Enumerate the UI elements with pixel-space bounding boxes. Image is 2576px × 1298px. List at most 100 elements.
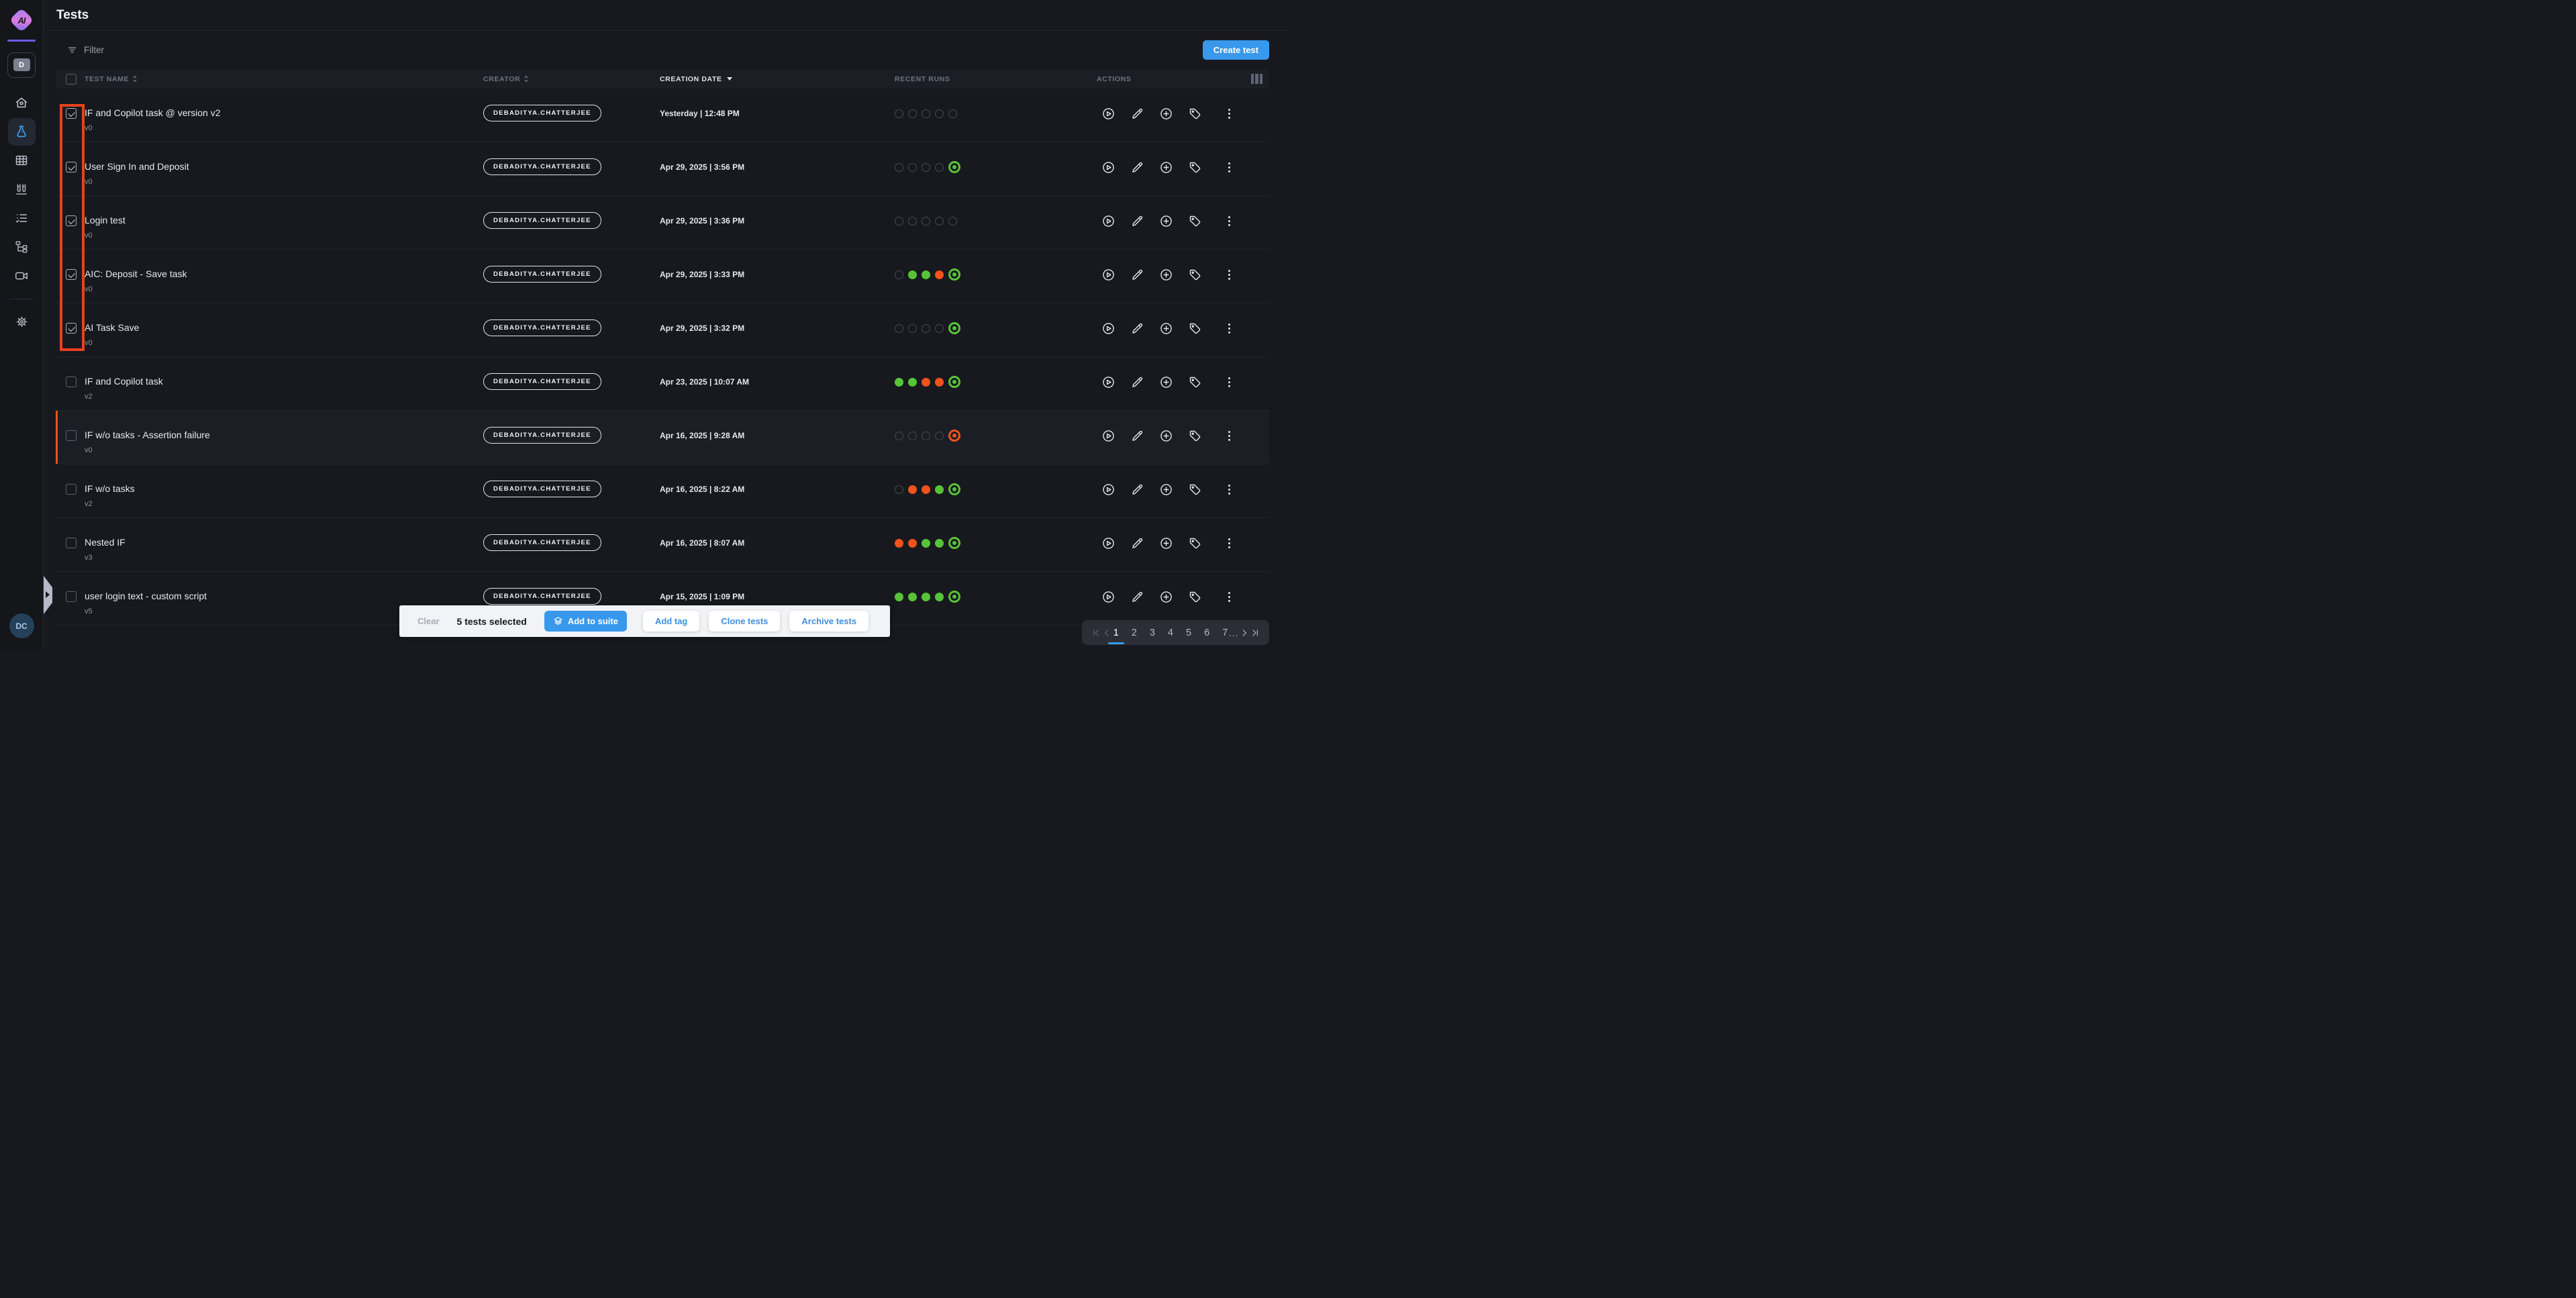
page-number-2[interactable]: 2 (1131, 628, 1138, 638)
more-actions-icon[interactable] (1222, 214, 1236, 250)
edit-test-icon[interactable] (1130, 214, 1144, 250)
sidebar-item-workflows[interactable] (8, 234, 36, 261)
test-name[interactable]: AIC: Deposit - Save task (85, 268, 483, 280)
page-number-6[interactable]: 6 (1203, 628, 1210, 638)
page-number-5[interactable]: 5 (1185, 628, 1192, 638)
run-dot-empty (922, 432, 930, 440)
user-avatar[interactable]: DC (9, 613, 34, 638)
run-test-icon[interactable] (1101, 107, 1116, 142)
edit-test-icon[interactable] (1130, 483, 1144, 518)
sidebar-item-test-tubes[interactable] (8, 176, 36, 203)
column-settings-icon[interactable] (1251, 74, 1263, 84)
row-checkbox[interactable] (66, 215, 77, 226)
add-to-suite-icon[interactable] (1159, 107, 1173, 142)
add-to-suite-icon[interactable] (1159, 214, 1173, 250)
more-actions-icon[interactable] (1222, 107, 1236, 142)
test-name[interactable]: user login text - custom script (85, 591, 483, 602)
filter-button[interactable]: Filter (66, 44, 104, 56)
run-test-icon[interactable] (1101, 160, 1116, 196)
run-test-icon[interactable] (1101, 214, 1116, 250)
more-actions-icon[interactable] (1222, 160, 1236, 196)
add-to-suite-icon[interactable] (1159, 321, 1173, 357)
test-name[interactable]: AI Task Save (85, 322, 483, 334)
more-actions-icon[interactable] (1222, 483, 1236, 518)
archive-tests-button[interactable]: Archive tests (789, 611, 869, 632)
row-checkbox[interactable] (66, 591, 77, 602)
edit-test-icon[interactable] (1130, 160, 1144, 196)
test-name[interactable]: IF w/o tasks - Assertion failure (85, 430, 483, 441)
edit-test-icon[interactable] (1130, 321, 1144, 357)
previous-page-button[interactable] (1101, 628, 1112, 638)
row-checkbox[interactable] (66, 323, 77, 334)
column-header-test-name[interactable]: TEST NAME (85, 75, 483, 83)
add-to-suite-icon[interactable] (1159, 268, 1173, 303)
more-actions-icon[interactable] (1222, 429, 1236, 464)
tag-icon[interactable] (1188, 375, 1202, 411)
page-number-4[interactable]: 4 (1167, 628, 1174, 638)
test-name[interactable]: IF and Copilot task @ version v2 (85, 107, 483, 119)
more-actions-icon[interactable] (1222, 268, 1236, 303)
test-name[interactable]: Nested IF (85, 537, 483, 548)
page-number-7[interactable]: 7 (1222, 628, 1228, 638)
add-to-suite-icon[interactable] (1159, 536, 1173, 572)
sidebar-item-data-tables[interactable] (8, 147, 36, 174)
column-header-creator[interactable]: CREATOR (483, 75, 660, 83)
clone-tests-button[interactable]: Clone tests (709, 611, 780, 632)
tag-icon[interactable] (1188, 214, 1202, 250)
last-page-button[interactable] (1250, 628, 1260, 638)
edit-test-icon[interactable] (1130, 536, 1144, 572)
test-name[interactable]: IF w/o tasks (85, 483, 483, 495)
tag-icon[interactable] (1188, 483, 1202, 518)
row-checkbox[interactable] (66, 430, 77, 441)
workspace-switcher[interactable]: D (7, 52, 36, 78)
row-checkbox[interactable] (66, 484, 77, 495)
sidebar-item-settings[interactable] (8, 308, 36, 336)
row-checkbox[interactable] (66, 162, 77, 172)
tag-icon[interactable] (1188, 268, 1202, 303)
sidebar-item-tests[interactable] (8, 118, 36, 146)
row-checkbox[interactable] (66, 108, 77, 119)
sidebar-item-checklist[interactable] (8, 205, 36, 232)
add-to-suite-icon[interactable] (1159, 160, 1173, 196)
run-test-icon[interactable] (1101, 375, 1116, 411)
run-test-icon[interactable] (1101, 429, 1116, 464)
run-test-icon[interactable] (1101, 268, 1116, 303)
run-test-icon[interactable] (1101, 321, 1116, 357)
page-number-3[interactable]: 3 (1149, 628, 1156, 638)
tag-icon[interactable] (1188, 321, 1202, 357)
more-actions-icon[interactable] (1222, 375, 1236, 411)
sidebar-item-recordings[interactable] (8, 262, 36, 290)
add-to-suite-icon[interactable] (1159, 483, 1173, 518)
tag-icon[interactable] (1188, 107, 1202, 142)
test-name[interactable]: Login test (85, 215, 483, 226)
add-tag-button[interactable]: Add tag (643, 611, 699, 632)
edit-test-icon[interactable] (1130, 429, 1144, 464)
more-actions-icon[interactable] (1222, 321, 1236, 357)
more-actions-icon[interactable] (1222, 536, 1236, 572)
create-test-button[interactable]: Create test (1203, 40, 1269, 60)
add-to-suite-button[interactable]: Add to suite (544, 611, 627, 632)
next-page-button[interactable] (1239, 628, 1250, 638)
run-test-icon[interactable] (1101, 483, 1116, 518)
tag-icon[interactable] (1188, 160, 1202, 196)
row-checkbox[interactable] (66, 269, 77, 280)
edit-test-icon[interactable] (1130, 268, 1144, 303)
test-name[interactable]: IF and Copilot task (85, 376, 483, 387)
test-name[interactable]: User Sign In and Deposit (85, 161, 483, 172)
add-to-suite-icon[interactable] (1159, 375, 1173, 411)
run-test-icon[interactable] (1101, 536, 1116, 572)
row-checkbox[interactable] (66, 377, 77, 387)
sidebar-item-home[interactable] (8, 89, 36, 117)
first-page-button[interactable] (1091, 628, 1101, 638)
clear-selection-button[interactable]: Clear (417, 616, 440, 626)
row-checkbox[interactable] (66, 538, 77, 548)
tag-icon[interactable] (1188, 536, 1202, 572)
row-runs-cell (895, 303, 1097, 357)
page-number-1[interactable]: 1 (1113, 628, 1120, 638)
add-to-suite-icon[interactable] (1159, 429, 1173, 464)
edit-test-icon[interactable] (1130, 107, 1144, 142)
edit-test-icon[interactable] (1130, 375, 1144, 411)
select-all-checkbox[interactable] (66, 74, 77, 85)
column-header-creation-date[interactable]: CREATION DATE (660, 75, 895, 83)
tag-icon[interactable] (1188, 429, 1202, 464)
